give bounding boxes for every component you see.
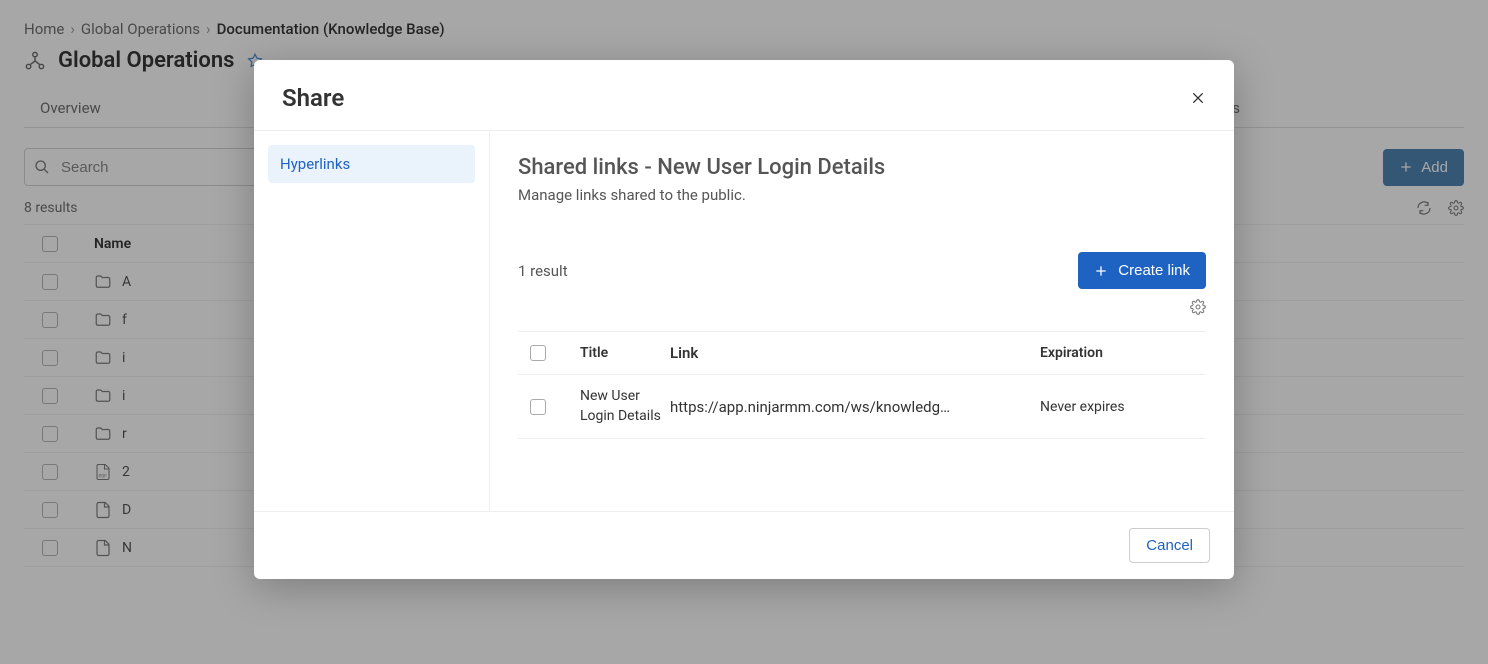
- plus-icon: [1094, 264, 1108, 278]
- modal-main: Shared links - New User Login Details Ma…: [490, 131, 1234, 511]
- link-row-checkbox[interactable]: [530, 399, 546, 415]
- select-all-links-checkbox[interactable]: [530, 345, 546, 361]
- links-toolbar: 1 result Create link: [518, 252, 1206, 289]
- link-row-url: https://app.ninjarmm.com/ws/knowledg…: [670, 398, 1040, 416]
- links-row[interactable]: New User Login Details https://app.ninja…: [518, 375, 1206, 439]
- modal-body: Hyperlinks Shared links - New User Login…: [254, 131, 1234, 511]
- col-title: Title: [580, 345, 670, 361]
- modal-sidebar: Hyperlinks: [254, 131, 490, 511]
- link-row-title: New User Login Details: [580, 387, 670, 426]
- links-table: Title Link Expiration New User Login Det…: [518, 331, 1206, 439]
- links-table-header: Title Link Expiration: [518, 331, 1206, 375]
- share-modal: Share Hyperlinks Shared links - New User…: [254, 60, 1234, 579]
- modal-title: Share: [282, 84, 344, 112]
- modal-footer: Cancel: [254, 511, 1234, 579]
- shared-links-subtitle: Manage links shared to the public.: [518, 186, 1206, 204]
- links-result-count: 1 result: [518, 262, 568, 280]
- sidebar-item-hyperlinks[interactable]: Hyperlinks: [268, 145, 475, 183]
- col-expiration: Expiration: [1040, 345, 1200, 361]
- create-link-label: Create link: [1118, 262, 1190, 279]
- gear-icon[interactable]: [1190, 299, 1206, 315]
- col-link: Link: [670, 344, 1040, 362]
- shared-links-title: Shared links - New User Login Details: [518, 155, 1206, 180]
- create-link-button[interactable]: Create link: [1078, 252, 1206, 289]
- modal-header: Share: [254, 60, 1234, 131]
- cancel-button[interactable]: Cancel: [1129, 528, 1210, 563]
- close-icon[interactable]: [1190, 90, 1206, 106]
- link-row-expiration: Never expires: [1040, 399, 1200, 415]
